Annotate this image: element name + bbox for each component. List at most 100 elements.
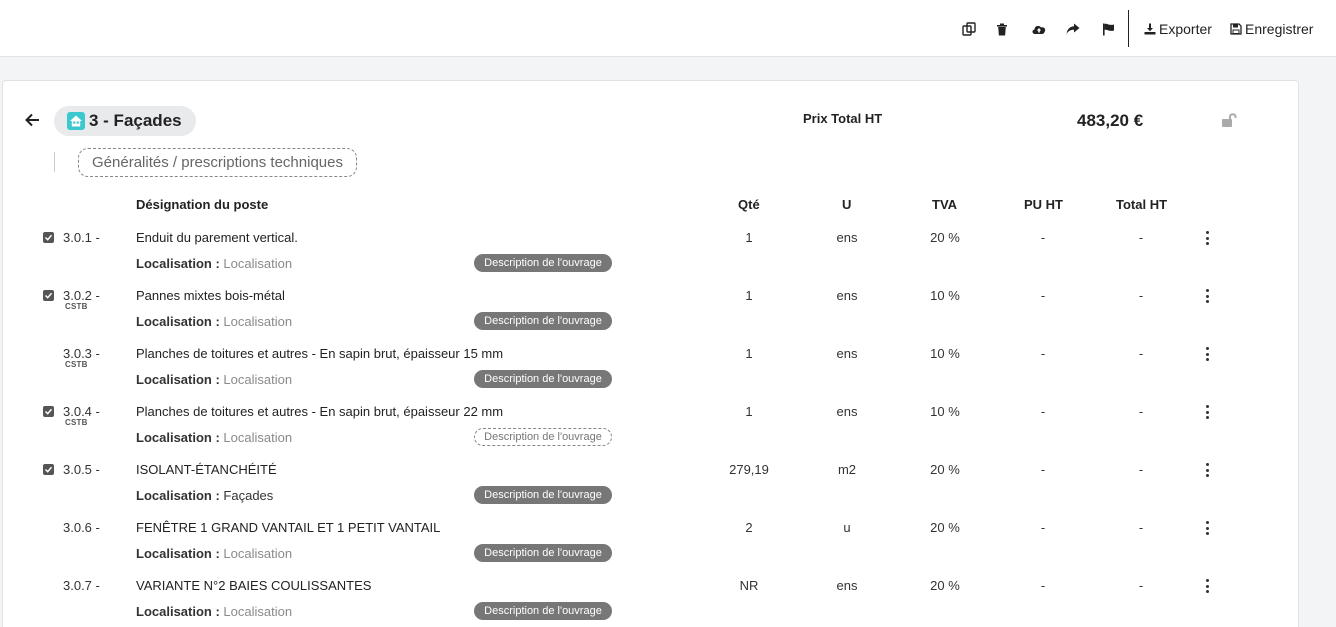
localisation-label: Localisation : (136, 372, 220, 387)
row-designation[interactable]: VARIANTE N°2 BAIES COULISSANTES (136, 578, 371, 593)
flag-icon[interactable] (1099, 20, 1117, 38)
row-unit[interactable]: ens (817, 288, 877, 303)
row-designation[interactable]: FENÊTRE 1 GRAND VANTAIL ET 1 PETIT VANTA… (136, 520, 440, 535)
row-pu-ht: - (1040, 404, 1046, 419)
table-row[interactable]: 3.0.1 - Enduit du parement vertical. Local… (0, 224, 1336, 282)
more-options-icon[interactable] (1203, 289, 1211, 303)
row-qte[interactable]: 1 (719, 346, 779, 361)
more-options-icon[interactable] (1203, 521, 1211, 535)
localisation-label: Localisation : (136, 430, 220, 445)
table-row[interactable]: 3.0.7 - VARIANTE N°2 BAIES COULISSANTES Lo… (0, 572, 1336, 627)
duplicate-icon[interactable] (960, 20, 978, 38)
row-total-ht: - (1138, 404, 1144, 419)
row-checkbox[interactable] (43, 290, 54, 301)
row-designation[interactable]: Pannes mixtes bois-métal (136, 288, 285, 303)
row-number: 3.0.7 - (63, 578, 100, 593)
header-tva: TVA (932, 197, 958, 212)
row-pu-ht: - (1040, 520, 1046, 535)
row-tva[interactable]: 20 % (915, 578, 975, 593)
toolbar-separator (1128, 10, 1129, 47)
row-tva[interactable]: 10 % (915, 346, 975, 361)
description-button[interactable]: Description de l'ouvrage (474, 602, 612, 620)
house-icon (67, 112, 85, 130)
row-tva[interactable]: 20 % (915, 462, 975, 477)
row-localisation[interactable]: Localisation : Localisation (136, 546, 292, 561)
row-pu-ht: - (1040, 346, 1046, 361)
description-button[interactable]: Description de l'ouvrage (474, 254, 612, 272)
row-unit[interactable]: ens (817, 230, 877, 245)
row-localisation[interactable]: Localisation : Localisation (136, 604, 292, 619)
description-button[interactable]: Description de l'ouvrage (474, 312, 612, 330)
row-qte[interactable]: 1 (719, 288, 779, 303)
row-designation[interactable]: Enduit du parement vertical. (136, 230, 298, 245)
row-localisation[interactable]: Localisation : Façades (136, 488, 273, 503)
back-arrow-icon[interactable] (25, 112, 41, 128)
row-tva[interactable]: 20 % (915, 520, 975, 535)
localisation-label: Localisation : (136, 488, 220, 503)
description-button[interactable]: Description de l'ouvrage (474, 370, 612, 388)
section-chip[interactable]: 3 - Façades (54, 106, 196, 136)
row-tva[interactable]: 10 % (915, 288, 975, 303)
row-qte[interactable]: 1 (719, 404, 779, 419)
row-designation[interactable]: ISOLANT-ÉTANCHÉITÉ (136, 462, 277, 477)
header-qte: Qté (738, 197, 760, 212)
table-row[interactable]: 3.0.5 - ISOLANT-ÉTANCHÉITÉ Localisation : … (0, 456, 1336, 514)
localisation-value: Localisation (223, 256, 293, 271)
table-row[interactable]: 3.0.6 - FENÊTRE 1 GRAND VANTAIL ET 1 PETI… (0, 514, 1336, 572)
cloud-upload-icon[interactable] (1030, 20, 1048, 38)
generalites-button[interactable]: Généralités / prescriptions techniques (78, 148, 357, 177)
row-tva[interactable]: 20 % (915, 230, 975, 245)
row-unit[interactable]: m2 (817, 462, 877, 477)
row-unit[interactable]: ens (817, 404, 877, 419)
row-designation[interactable]: Planches de toitures et autres - En sapi… (136, 404, 503, 419)
row-total-ht: - (1138, 520, 1144, 535)
more-options-icon[interactable] (1203, 347, 1211, 361)
description-button[interactable]: Description de l'ouvrage (474, 428, 612, 446)
row-designation[interactable]: Planches de toitures et autres - En sapi… (136, 346, 503, 361)
description-button[interactable]: Description de l'ouvrage (474, 486, 612, 504)
localisation-value: Localisation (223, 372, 293, 387)
trash-icon[interactable] (993, 20, 1011, 38)
row-tva[interactable]: 10 % (915, 404, 975, 419)
row-unit[interactable]: u (817, 520, 877, 535)
more-options-icon[interactable] (1203, 579, 1211, 593)
row-localisation[interactable]: Localisation : Localisation (136, 256, 292, 271)
row-localisation[interactable]: Localisation : Localisation (136, 314, 292, 329)
localisation-value: Façades (223, 488, 274, 503)
row-qte[interactable]: 1 (719, 230, 779, 245)
localisation-label: Localisation : (136, 604, 220, 619)
row-unit[interactable]: ens (817, 578, 877, 593)
share-icon[interactable] (1064, 20, 1082, 38)
row-pu-ht: - (1040, 230, 1046, 245)
localisation-value: Localisation (223, 546, 293, 561)
row-localisation[interactable]: Localisation : Localisation (136, 430, 292, 445)
more-options-icon[interactable] (1203, 463, 1211, 477)
divider (54, 152, 55, 172)
row-qte[interactable]: 279,19 (719, 462, 779, 477)
row-qte[interactable]: 2 (719, 520, 779, 535)
row-localisation[interactable]: Localisation : Localisation (136, 372, 292, 387)
row-checkbox[interactable] (43, 464, 54, 475)
download-icon (1144, 23, 1156, 35)
more-options-icon[interactable] (1203, 405, 1211, 419)
table-row[interactable]: 3.0.4 - CSTB Planches de toitures et autre… (0, 398, 1336, 456)
description-button[interactable]: Description de l'ouvrage (474, 544, 612, 562)
save-label: Enregistrer (1245, 21, 1314, 37)
row-qte[interactable]: NR (719, 578, 779, 593)
localisation-value: Localisation (223, 604, 293, 619)
row-number: 3.0.3 - (63, 346, 100, 361)
row-total-ht: - (1138, 462, 1144, 477)
localisation-label: Localisation : (136, 546, 220, 561)
unlock-icon[interactable] (1221, 112, 1239, 130)
row-checkbox[interactable] (43, 406, 54, 417)
row-unit[interactable]: ens (817, 346, 877, 361)
export-button[interactable]: Exporter (1144, 20, 1212, 38)
localisation-label: Localisation : (136, 314, 220, 329)
table-row[interactable]: 3.0.2 - CSTB Pannes mixtes bois-métal Local… (0, 282, 1336, 340)
row-number: 3.0.1 - (63, 230, 100, 245)
more-options-icon[interactable] (1203, 231, 1211, 245)
row-number: 3.0.2 - (63, 288, 100, 303)
row-checkbox[interactable] (43, 232, 54, 243)
save-button[interactable]: Enregistrer (1230, 20, 1313, 38)
table-row[interactable]: 3.0.3 - CSTB Planches de toitures et autre… (0, 340, 1336, 398)
